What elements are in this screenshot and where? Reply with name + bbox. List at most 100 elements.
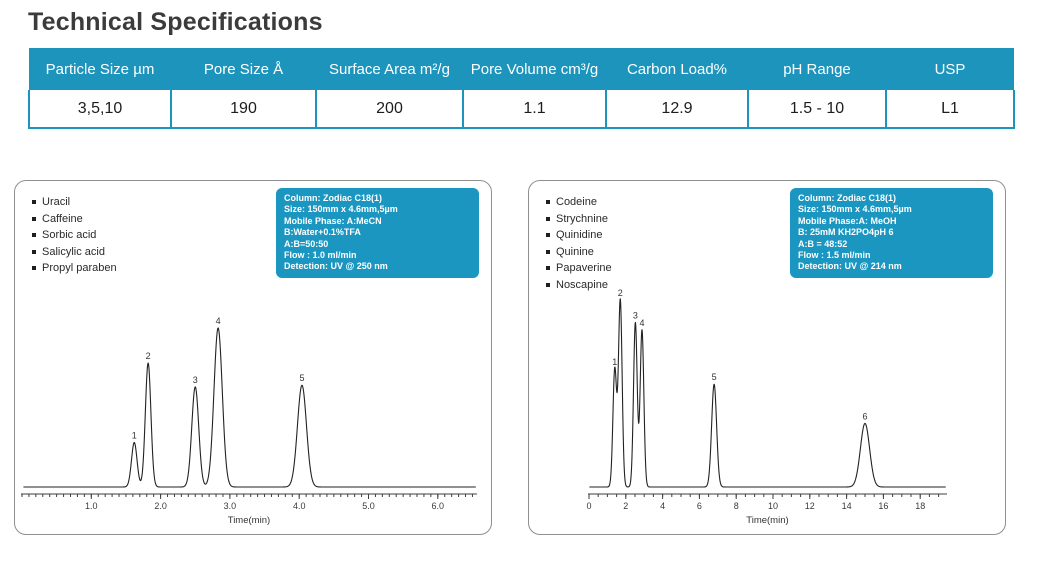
square-bullet-icon: [32, 233, 36, 237]
peak-number-label: 6: [862, 411, 867, 421]
legend-label: Uracil: [42, 194, 70, 211]
condition-line: Size: 150mm x 4.6mm,5µm: [798, 204, 985, 215]
peak-number-label: 3: [633, 310, 638, 320]
peak-number-label: 4: [216, 316, 221, 326]
condition-line: B: 25mM KH2PO4pH 6: [798, 227, 985, 238]
x-tick-label: 0: [586, 501, 591, 511]
condition-line: Flow : 1.5 ml/min: [798, 250, 985, 261]
method-conditions-box-right: Column: Zodiac C18(1) Size: 150mm x 4.6m…: [790, 188, 993, 278]
x-tick-label: 8: [734, 501, 739, 511]
spec-table: Particle Size µm Pore Size Å Surface Are…: [28, 48, 1015, 129]
square-bullet-icon: [32, 266, 36, 270]
peak-number-label: 2: [146, 351, 151, 361]
peak-number-label: 5: [299, 373, 304, 383]
legend-label: Quinine: [556, 244, 594, 261]
value-ph-range: 1.5 - 10: [748, 90, 886, 128]
legend-label: Propyl paraben: [42, 260, 117, 277]
legend-item: Quinine: [546, 244, 612, 261]
legend-label: Codeine: [556, 194, 597, 211]
chromatogram-chart-right: 024681012141618Time(min)123456: [531, 286, 1003, 536]
value-particle-size: 3,5,10: [29, 90, 171, 128]
condition-line: B:Water+0.1%TFA: [284, 227, 471, 238]
peak-number-label: 4: [639, 318, 644, 328]
x-tick-label: 5.0: [362, 501, 375, 511]
header-surface-area: Surface Area m²/g: [316, 48, 463, 90]
value-pore-volume: 1.1: [463, 90, 606, 128]
chromatogram-chart-left: 1.0 2.0 3.0 4.0 5.0 6.0 Time(min) 1 2 3 4 5: [17, 286, 489, 536]
value-usp: L1: [886, 90, 1014, 128]
square-bullet-icon: [546, 200, 550, 204]
peak-number-label: 1: [132, 430, 137, 440]
chromatogram-trace: [23, 328, 475, 487]
x-tick-label: 1.0: [85, 501, 98, 511]
condition-line: A:B=50:50: [284, 239, 471, 250]
value-carbon-load: 12.9: [606, 90, 748, 128]
legend-item: Codeine: [546, 194, 612, 211]
header-ph-range: pH Range: [748, 48, 886, 90]
x-tick-label: 18: [915, 501, 925, 511]
x-tick-label: 4.0: [293, 501, 306, 511]
peak-number-label: 5: [712, 372, 717, 382]
condition-line: A:B = 48:52: [798, 239, 985, 250]
x-axis-title: Time(min): [746, 515, 788, 526]
square-bullet-icon: [546, 250, 550, 254]
legend-item: Uracil: [32, 194, 117, 211]
condition-line: Flow : 1.0 ml/min: [284, 250, 471, 261]
analyte-legend-right: Codeine Strychnine Quinidine Quinine Pap…: [546, 194, 612, 293]
x-tick-label: 2: [623, 501, 628, 511]
x-tick-label: 12: [805, 501, 815, 511]
legend-item: Papaverine: [546, 260, 612, 277]
x-axis-title: Time(min): [228, 515, 270, 526]
condition-line: Column: Zodiac C18(1): [798, 193, 985, 204]
chromatogram-panel-left: Uracil Caffeine Sorbic acid Salicylic ac…: [14, 180, 492, 535]
header-pore-volume: Pore Volume cm³/g: [463, 48, 606, 90]
header-particle-size: Particle Size µm: [29, 48, 171, 90]
condition-line: Detection: UV @ 214 nm: [798, 261, 985, 272]
spec-table-header-row: Particle Size µm Pore Size Å Surface Are…: [29, 48, 1014, 90]
legend-label: Salicylic acid: [42, 244, 105, 261]
method-conditions-box-left: Column: Zodiac C18(1) Size: 150mm x 4.6m…: [276, 188, 479, 278]
x-tick-label: 16: [878, 501, 888, 511]
header-carbon-load: Carbon Load%: [606, 48, 748, 90]
legend-label: Caffeine: [42, 211, 83, 228]
technical-specifications-page: Technical Specifications Particle Size µ…: [0, 0, 1040, 584]
x-tick-label: 14: [842, 501, 852, 511]
square-bullet-icon: [32, 200, 36, 204]
value-surface-area: 200: [316, 90, 463, 128]
legend-label: Strychnine: [556, 211, 608, 228]
x-tick-label: 4: [660, 501, 665, 511]
square-bullet-icon: [32, 217, 36, 221]
header-usp: USP: [886, 48, 1014, 90]
condition-line: Mobile Phase:A: MeOH: [798, 216, 985, 227]
square-bullet-icon: [546, 233, 550, 237]
x-tick-label: 10: [768, 501, 778, 511]
chromatogram-panel-right: Codeine Strychnine Quinidine Quinine Pap…: [528, 180, 1006, 535]
legend-item: Salicylic acid: [32, 244, 117, 261]
spec-table-value-row: 3,5,10 190 200 1.1 12.9 1.5 - 10 L1: [29, 90, 1014, 128]
legend-label: Papaverine: [556, 260, 612, 277]
condition-line: Detection: UV @ 250 nm: [284, 261, 471, 272]
legend-label: Sorbic acid: [42, 227, 96, 244]
condition-line: Mobile Phase: A:MeCN: [284, 216, 471, 227]
peak-number-label: 1: [612, 357, 617, 367]
condition-line: Column: Zodiac C18(1): [284, 193, 471, 204]
value-pore-size: 190: [171, 90, 316, 128]
condition-line: Size: 150mm x 4.6mm,5µm: [284, 204, 471, 215]
legend-item: Sorbic acid: [32, 227, 117, 244]
square-bullet-icon: [32, 250, 36, 254]
x-tick-label: 6.0: [432, 501, 445, 511]
header-pore-size: Pore Size Å: [171, 48, 316, 90]
page-title: Technical Specifications: [28, 8, 323, 37]
x-tick-label: 3.0: [224, 501, 237, 511]
x-tick-label: 2.0: [154, 501, 167, 511]
peak-number-label: 3: [193, 375, 198, 385]
analyte-legend-left: Uracil Caffeine Sorbic acid Salicylic ac…: [32, 194, 117, 277]
x-tick-label: 6: [697, 501, 702, 511]
square-bullet-icon: [546, 217, 550, 221]
square-bullet-icon: [546, 266, 550, 270]
legend-label: Quinidine: [556, 227, 602, 244]
legend-item: Propyl paraben: [32, 260, 117, 277]
legend-item: Caffeine: [32, 211, 117, 228]
legend-item: Quinidine: [546, 227, 612, 244]
peak-number-label: 2: [618, 288, 623, 298]
